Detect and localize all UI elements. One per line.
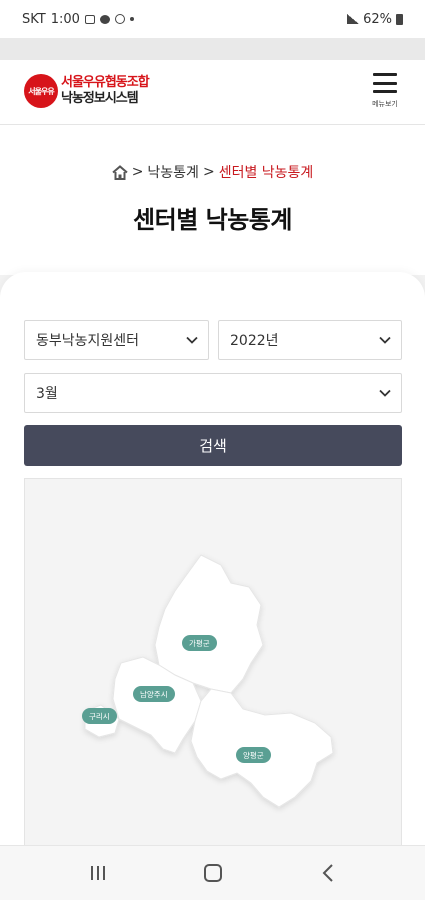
- hamburger-icon: [373, 73, 397, 93]
- breadcrumb-current: 센터별 낙농통계: [218, 165, 314, 181]
- breadcrumb-separator: >: [202, 164, 215, 180]
- ring-icon: [114, 14, 125, 24]
- chevron-down-icon: [186, 336, 198, 344]
- message-icon: [99, 14, 110, 24]
- region-label-gapyeong[interactable]: 가평군: [182, 635, 217, 651]
- status-separator: [0, 38, 425, 60]
- time-label: 1:00: [50, 11, 80, 27]
- region-map-shape: [84, 554, 334, 808]
- region-label-yangpyeong[interactable]: 양평군: [236, 747, 271, 763]
- region-map: 가평군 남양주시 구리시 양평군: [24, 478, 402, 850]
- logo-line1: 서울우유협동조합: [61, 75, 150, 90]
- battery-icon: [396, 13, 403, 25]
- month-select[interactable]: 3월: [24, 373, 402, 413]
- chevron-down-icon: [379, 389, 391, 397]
- app-header: 서울우유 서울우유협동조합 낙농정보시스템 메뉴보기: [0, 60, 425, 125]
- breadcrumb-separator: >: [131, 164, 144, 180]
- recent-apps-icon: [90, 866, 105, 880]
- recent-apps-button[interactable]: [78, 858, 118, 888]
- year-select-value: 2022년: [230, 333, 279, 349]
- year-select[interactable]: 2022년: [218, 320, 402, 360]
- menu-label: 메뉴보기: [372, 100, 398, 108]
- logo[interactable]: 서울우유 서울우유협동조합 낙농정보시스템: [24, 74, 150, 108]
- breadcrumb: > 낙농통계 > 센터별 낙농통계: [0, 162, 425, 182]
- system-nav-bar: [0, 845, 425, 900]
- month-select-value: 3월: [36, 386, 58, 402]
- search-button[interactable]: 검색: [24, 425, 402, 466]
- back-icon: [322, 864, 333, 882]
- menu-button[interactable]: 메뉴보기: [367, 71, 403, 115]
- signal-icon: [347, 14, 360, 24]
- region-label-namyangju[interactable]: 남양주시: [133, 686, 175, 702]
- home-nav-icon: [203, 864, 222, 882]
- image-icon: [84, 14, 95, 24]
- center-select-value: 동부낙농지원센터: [36, 333, 140, 349]
- battery-label: 62%: [363, 11, 392, 27]
- center-select[interactable]: 동부낙농지원센터: [24, 320, 209, 360]
- logo-line2: 낙농정보시스템: [61, 91, 139, 106]
- logo-mark: 서울우유: [24, 74, 58, 108]
- carrier-label: SKT: [22, 11, 46, 27]
- status-bar: SKT 1:00 62%: [0, 0, 425, 38]
- dot-icon: [129, 17, 134, 21]
- home-icon[interactable]: [112, 164, 128, 180]
- home-button[interactable]: [193, 858, 233, 888]
- region-label-guri[interactable]: 구리시: [82, 708, 117, 724]
- back-button[interactable]: [308, 858, 348, 888]
- page-title: 센터별 낙농통계: [133, 206, 292, 234]
- chevron-down-icon: [379, 336, 391, 344]
- breadcrumb-item-stats[interactable]: 낙농통계: [147, 162, 199, 182]
